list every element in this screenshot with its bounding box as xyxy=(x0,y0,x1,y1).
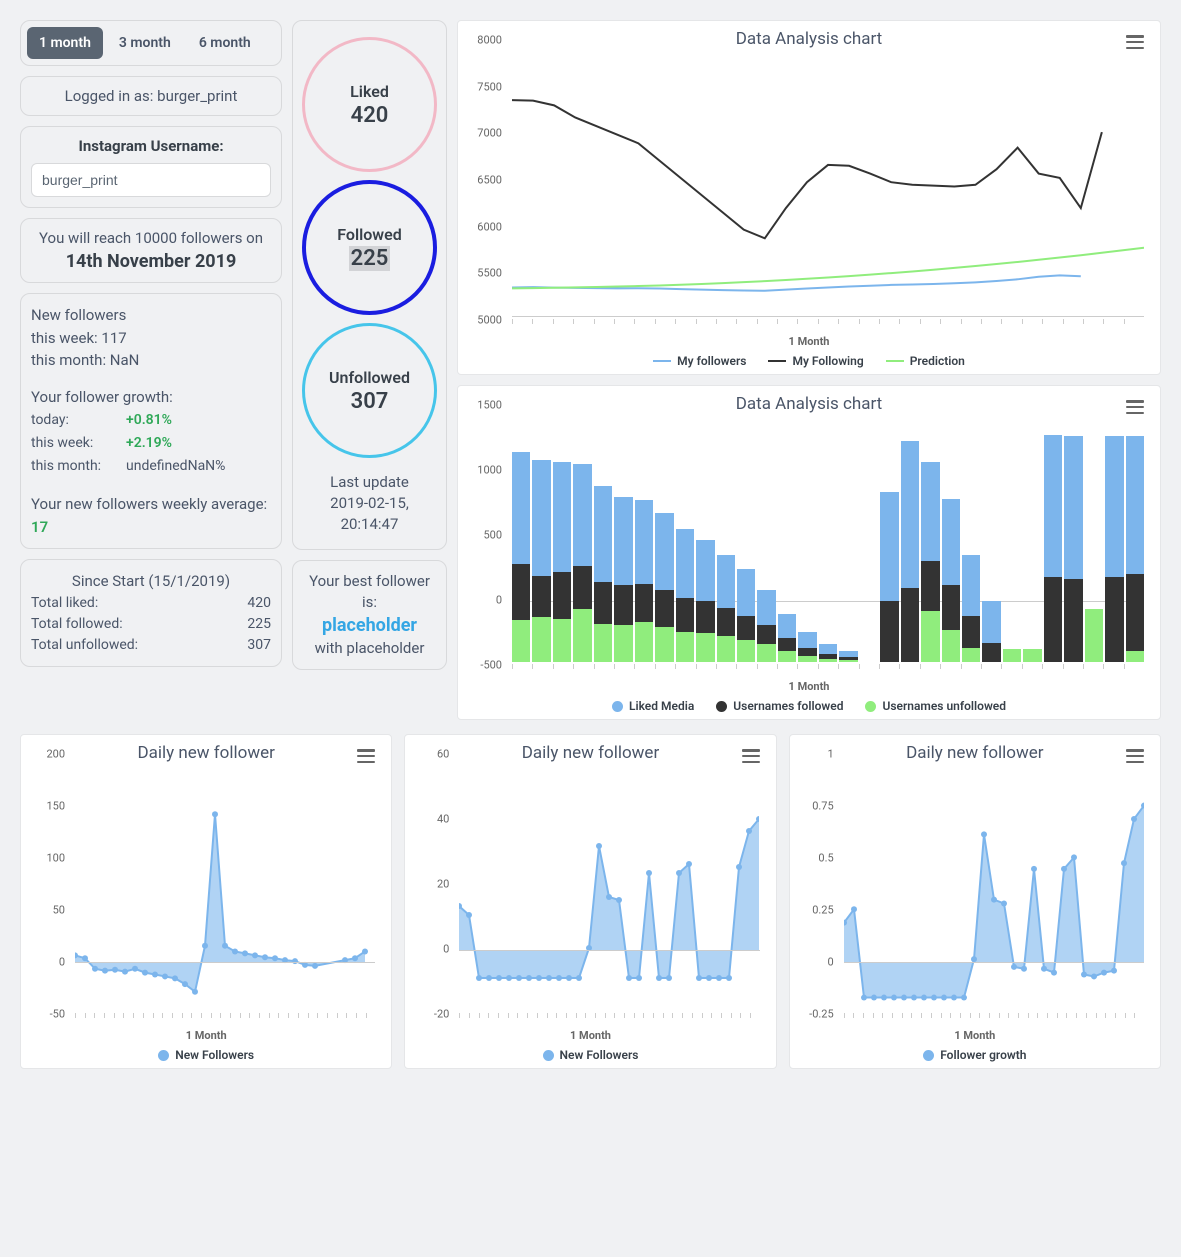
goal-date: 14th November 2019 xyxy=(31,251,271,272)
newf-month-val: NaN xyxy=(110,351,140,369)
circle-liked: Liked 420 xyxy=(302,37,437,172)
last-update-l3: 20:14:47 xyxy=(299,514,440,535)
chart-bar-activity: Data Analysis chart -500050010001500 1 M… xyxy=(457,385,1161,720)
circle-liked-label: Liked xyxy=(350,82,389,101)
timeframe-tabs: 1 month 3 month 6 month xyxy=(20,20,282,66)
newf-head: New followers xyxy=(31,304,271,327)
chart-bar-xlabel: 1 Month xyxy=(468,680,1150,693)
login-card: Logged in as: burger_print xyxy=(20,76,282,116)
hamburger-icon[interactable] xyxy=(1126,749,1144,763)
chart-small-1-title: Daily new follower xyxy=(31,743,381,763)
chart-small-3-xlabel: 1 Month xyxy=(800,1029,1150,1042)
chart-bar-title: Data Analysis chart xyxy=(468,394,1150,414)
circle-unfollowed-val: 307 xyxy=(351,389,389,414)
circles-card: Liked 420 Followed 225 Unfollowed 307 La… xyxy=(292,20,447,550)
newf-month-label: this month: xyxy=(31,351,110,369)
avg-val: 17 xyxy=(31,518,48,536)
tab-6-month[interactable]: 6 month xyxy=(187,27,263,59)
hamburger-icon[interactable] xyxy=(1126,35,1144,49)
chart-line-legend: My followersMy FollowingPrediction xyxy=(468,354,1150,368)
chart-small-3: Daily new follower -0.2500.250.50.751 1 … xyxy=(789,734,1161,1069)
login-prefix: Logged in as: xyxy=(65,87,158,105)
chart-small-2: Daily new follower -200204060 1 Month Ne… xyxy=(404,734,776,1069)
best-name[interactable]: placeholder xyxy=(303,613,436,638)
best-follower-card: Your best follower is: placeholder with … xyxy=(292,560,447,670)
since-liked-k: Total liked: xyxy=(31,593,98,614)
circle-followed-label: Followed xyxy=(337,225,401,244)
username-input[interactable] xyxy=(31,163,271,197)
chart-small-2-legend: New Followers xyxy=(415,1048,765,1062)
circle-unfollowed: Unfollowed 307 xyxy=(302,323,437,458)
newf-week-label: this week: xyxy=(31,329,101,347)
growth-head: Your follower growth: xyxy=(31,386,271,409)
last-update-l1: Last update xyxy=(299,472,440,493)
growth-card: New followers this week: 117 this month:… xyxy=(20,293,282,549)
since-card: Since Start (15/1/2019) Total liked:420 … xyxy=(20,559,282,667)
chart-small-1-legend: New Followers xyxy=(31,1048,381,1062)
username-label: Instagram Username: xyxy=(31,137,271,155)
newf-week-val: 117 xyxy=(101,329,126,347)
since-followed-v: 225 xyxy=(247,614,271,635)
hamburger-icon[interactable] xyxy=(357,749,375,763)
username-card: Instagram Username: xyxy=(20,126,282,208)
tab-3-month[interactable]: 3 month xyxy=(107,27,183,59)
chart-line-followers: Data Analysis chart 50005500600065007000… xyxy=(457,20,1161,375)
chart-small-1-xlabel: 1 Month xyxy=(31,1029,381,1042)
chart-small-2-xlabel: 1 Month xyxy=(415,1029,765,1042)
chart-bar-legend: Liked MediaUsernames followedUsernames u… xyxy=(468,699,1150,713)
goal-text: You will reach 10000 followers on xyxy=(31,229,271,247)
since-unfollowed-v: 307 xyxy=(247,635,271,656)
since-unfollowed-k: Total unfollowed: xyxy=(31,635,138,656)
growth-today-k: today: xyxy=(31,410,126,431)
circle-liked-val: 420 xyxy=(351,103,389,128)
last-update-l2: 2019-02-15, xyxy=(299,493,440,514)
best-post: with placeholder xyxy=(303,638,436,659)
tab-1-month[interactable]: 1 month xyxy=(27,27,103,59)
circle-followed: Followed 225 xyxy=(302,180,437,315)
hamburger-icon[interactable] xyxy=(1126,400,1144,414)
growth-month-k: this month: xyxy=(31,456,126,477)
chart-small-2-title: Daily new follower xyxy=(415,743,765,763)
hamburger-icon[interactable] xyxy=(742,749,760,763)
since-liked-v: 420 xyxy=(247,593,271,614)
chart-line-title: Data Analysis chart xyxy=(468,29,1150,49)
chart-line-xlabel: 1 Month xyxy=(468,335,1150,348)
growth-week-v: +2.19% xyxy=(126,433,271,454)
goal-card: You will reach 10000 followers on 14th N… xyxy=(20,218,282,283)
circle-unfollowed-label: Unfollowed xyxy=(329,368,410,387)
circle-followed-val: 225 xyxy=(349,246,391,271)
best-pre: Your best follower is: xyxy=(303,571,436,613)
chart-small-3-title: Daily new follower xyxy=(800,743,1150,763)
chart-small-3-legend: Follower growth xyxy=(800,1048,1150,1062)
since-followed-k: Total followed: xyxy=(31,614,123,635)
since-head: Since Start (15/1/2019) xyxy=(31,570,271,593)
growth-today-v: +0.81% xyxy=(126,410,271,431)
avg-text: Your new followers weekly average: xyxy=(31,495,267,513)
chart-small-1: Daily new follower -50050100150200 1 Mon… xyxy=(20,734,392,1069)
growth-month-v: undefinedNaN% xyxy=(126,456,271,477)
growth-week-k: this week: xyxy=(31,433,126,454)
login-username: burger_print xyxy=(157,87,237,105)
